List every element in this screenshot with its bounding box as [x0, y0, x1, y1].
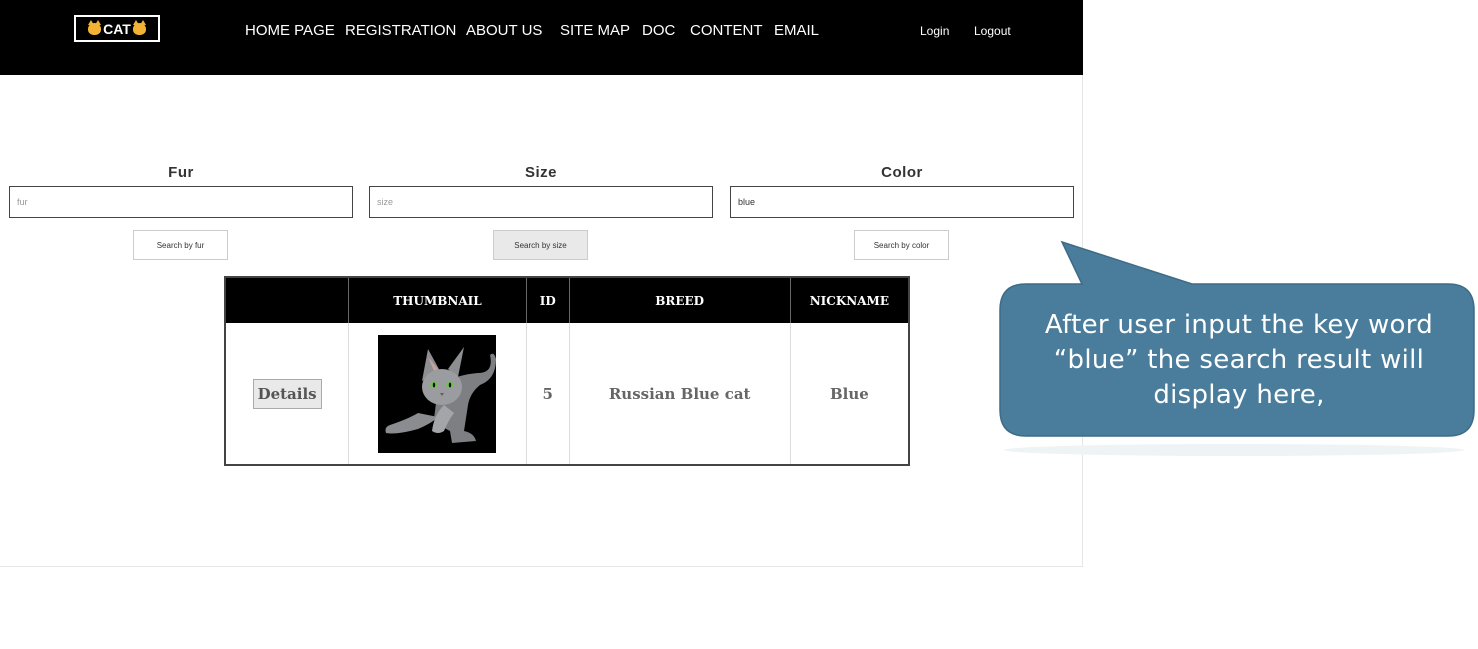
header-id: ID	[525, 277, 570, 323]
nickname-cell: Blue	[789, 323, 909, 465]
thumbnail-cell	[348, 323, 527, 465]
logo-text: CAT	[103, 20, 131, 37]
nav-doc[interactable]: DOC	[642, 22, 675, 39]
header-thumbnail: THUMBNAIL	[348, 277, 527, 323]
russian-blue-cat-photo	[378, 334, 497, 453]
fur-label: Fur	[168, 164, 194, 181]
size-input[interactable]	[369, 186, 713, 218]
cat-image	[378, 334, 497, 453]
search-by-color-button[interactable]: Search by color	[854, 230, 949, 260]
logout-link[interactable]: Logout	[974, 24, 1011, 38]
header-nickname: NICKNAME	[789, 277, 909, 323]
callout-line-3: display here,	[1153, 380, 1325, 410]
login-link[interactable]: Login	[920, 24, 949, 38]
breed-cell: Russian Blue cat	[568, 323, 791, 465]
search-by-fur-button[interactable]: Search by fur	[133, 230, 228, 260]
results-table: THUMBNAIL ID BREED NICKNAME Details 5 Ru…	[224, 276, 910, 466]
table-header-row: THUMBNAIL ID BREED NICKNAME	[224, 277, 909, 323]
details-cell: Details	[224, 323, 349, 465]
color-label: Color	[881, 164, 923, 181]
nav-about-us[interactable]: ABOUT US	[466, 22, 542, 39]
color-input[interactable]	[730, 186, 1074, 218]
callout-line-1: After user input the key word	[1044, 310, 1434, 340]
callout-text: After user input the key word “blue” the…	[1000, 308, 1478, 413]
logo[interactable]: CAT	[74, 15, 160, 42]
cat-face-icon	[88, 19, 102, 35]
id-cell: 5	[525, 323, 570, 465]
nav-content[interactable]: CONTENT	[690, 22, 763, 39]
details-button[interactable]: Details	[252, 378, 322, 409]
nav-registration[interactable]: REGISTRATION	[345, 22, 456, 39]
nav-home-page[interactable]: HOME PAGE	[245, 22, 335, 39]
fur-input[interactable]	[9, 186, 353, 218]
header-breed: BREED	[568, 277, 791, 323]
size-label: Size	[524, 164, 557, 181]
nav-email[interactable]: EMAIL	[774, 22, 819, 39]
header-actions	[224, 277, 349, 323]
nav-site-map[interactable]: SITE MAP	[560, 22, 630, 39]
table-row: Details 5 Russian Blue cat Blue	[224, 323, 909, 465]
callout-line-2: “blue” the search result will	[1053, 345, 1425, 375]
search-by-size-button[interactable]: Search by size	[493, 230, 588, 260]
navbar: CAT HOME PAGE REGISTRATION ABOUT US SITE…	[0, 0, 1083, 75]
cat-face-icon	[132, 19, 146, 35]
